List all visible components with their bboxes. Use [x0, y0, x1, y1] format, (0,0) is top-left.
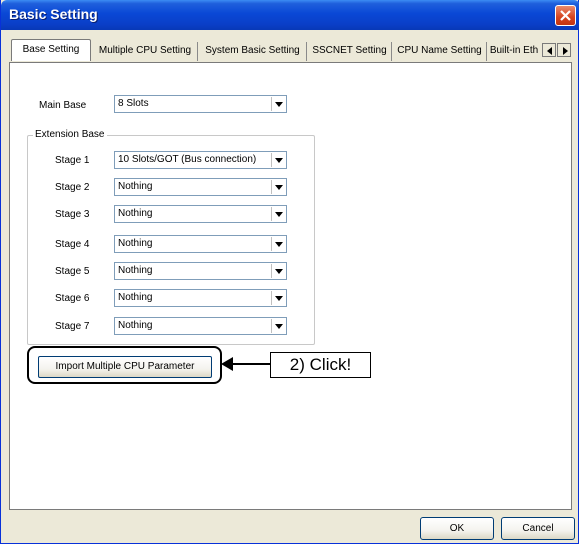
stage-1-select[interactable]: 10 Slots/GOT (Bus connection) [114, 151, 287, 169]
stage-2-label: Stage 2 [55, 182, 90, 193]
stage-6-select[interactable]: Nothing [114, 289, 287, 307]
tab-strip: Base Setting Multiple CPU Setting System… [9, 38, 574, 62]
stage-1-label: Stage 1 [55, 155, 90, 166]
stage-4-value: Nothing [118, 238, 153, 249]
stage-4-select[interactable]: Nothing [114, 235, 287, 253]
stage-4-label: Stage 4 [55, 239, 90, 250]
basic-setting-dialog: Basic Setting Base Setting Multiple CPU … [0, 0, 579, 544]
tab-cpu-name-setting[interactable]: CPU Name Setting [393, 42, 487, 61]
extension-base-legend: Extension Base [33, 129, 107, 140]
dropdown-arrow-icon[interactable] [271, 153, 285, 167]
window-title: Basic Setting [9, 6, 98, 22]
main-base-select[interactable]: 8 Slots [114, 95, 287, 113]
dropdown-arrow-icon[interactable] [271, 237, 285, 251]
cancel-button[interactable]: Cancel [501, 517, 575, 540]
ok-button[interactable]: OK [420, 517, 494, 540]
stage-5-select[interactable]: Nothing [114, 262, 287, 280]
stage-7-label: Stage 7 [55, 321, 90, 332]
stage-2-value: Nothing [118, 181, 153, 192]
dropdown-arrow-icon[interactable] [271, 97, 285, 111]
stage-7-value: Nothing [118, 320, 153, 331]
callout-arrow-icon [221, 357, 270, 371]
tab-scroll-right-button[interactable] [557, 43, 571, 57]
tab-multiple-cpu-setting[interactable]: Multiple CPU Setting [93, 42, 198, 61]
dropdown-arrow-icon[interactable] [271, 319, 285, 333]
stage-3-label: Stage 3 [55, 209, 90, 220]
stage-5-label: Stage 5 [55, 266, 90, 277]
stage-6-value: Nothing [118, 292, 153, 303]
stage-1-value: 10 Slots/GOT (Bus connection) [118, 154, 257, 165]
close-button[interactable] [555, 5, 576, 26]
close-icon [560, 10, 571, 21]
stage-2-select[interactable]: Nothing [114, 178, 287, 196]
stage-6-label: Stage 6 [55, 293, 90, 304]
tab-system-basic-setting[interactable]: System Basic Setting [199, 42, 307, 61]
dropdown-arrow-icon[interactable] [271, 207, 285, 221]
stage-5-value: Nothing [118, 265, 153, 276]
arrow-right-icon [563, 47, 568, 55]
stage-3-value: Nothing [118, 208, 153, 219]
main-base-value: 8 Slots [118, 98, 149, 109]
arrow-left-icon [547, 47, 552, 55]
main-base-label: Main Base [39, 100, 87, 111]
stage-7-select[interactable]: Nothing [114, 317, 287, 335]
tab-scroll-left-button[interactable] [542, 43, 556, 57]
tab-built-in-ethernet[interactable]: Built-in Eth [488, 42, 540, 61]
tab-base-setting[interactable]: Base Setting [11, 39, 91, 61]
stage-3-select[interactable]: Nothing [114, 205, 287, 223]
click-callout: 2) Click! [270, 352, 371, 378]
tab-sscnet-setting[interactable]: SSCNET Setting [308, 42, 392, 61]
dropdown-arrow-icon[interactable] [271, 291, 285, 305]
title-bar[interactable]: Basic Setting [1, 0, 579, 30]
dropdown-arrow-icon[interactable] [271, 180, 285, 194]
dropdown-arrow-icon[interactable] [271, 264, 285, 278]
import-multiple-cpu-parameter-button[interactable]: Import Multiple CPU Parameter [38, 356, 212, 378]
